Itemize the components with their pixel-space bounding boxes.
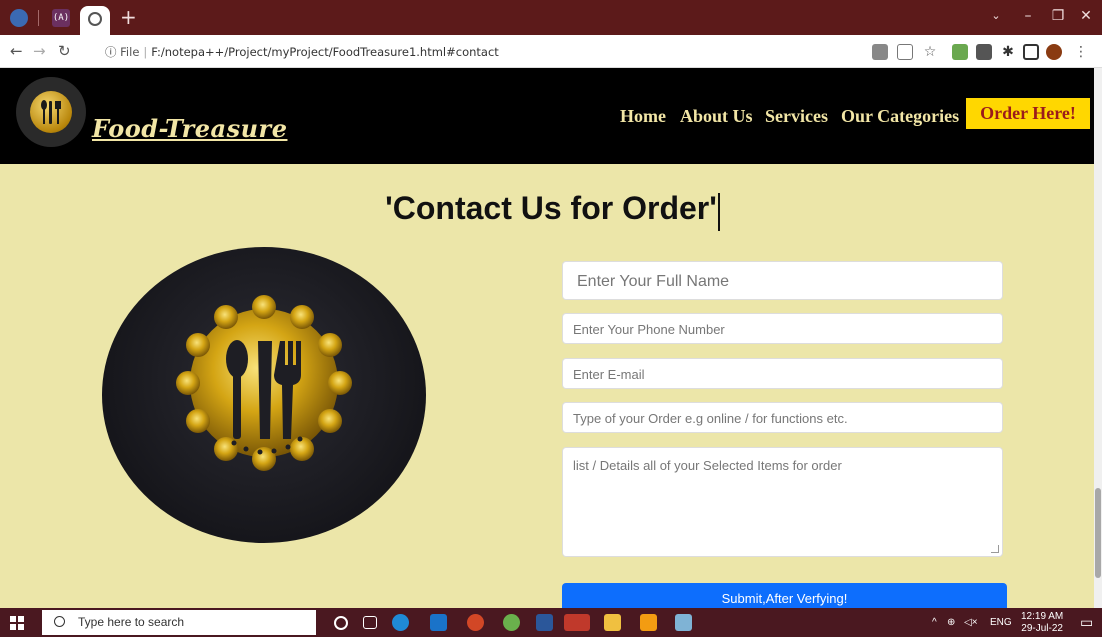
language-indicator[interactable]: ENG [990, 608, 1012, 637]
clock-time: 12:19 AM [1021, 611, 1064, 622]
nav-our-categories[interactable]: Our Categories [841, 106, 959, 127]
address-bar: ← → ↻ ⓘ File | F:/notepa++/Project/myProje… [0, 35, 1102, 68]
more-menu-icon[interactable]: ⋮ [1074, 44, 1090, 60]
translate-icon[interactable] [872, 44, 888, 60]
nav-services[interactable]: Services [765, 106, 828, 127]
back-icon[interactable]: ← [10, 42, 23, 60]
order-details-placeholder: list / Details all of your Selected Item… [573, 458, 842, 473]
word-icon[interactable] [536, 614, 553, 631]
avatar[interactable] [1046, 44, 1062, 60]
full-name-field[interactable]: Enter Your Full Name [562, 261, 1003, 300]
fork-knife-icon [30, 91, 72, 133]
tab-separator [38, 10, 39, 26]
scrollbar-thumb[interactable] [1095, 488, 1101, 578]
page-title: 'Contact Us for Order' [385, 190, 717, 226]
url-field[interactable]: ⓘ File | F:/notepa++/Project/myProject/Foo… [105, 44, 499, 60]
volume-icon[interactable]: ◁× [964, 608, 978, 637]
extension-2-icon[interactable] [976, 44, 992, 60]
url-text: F:/notepa++/Project/myProject/FoodTreasu… [151, 45, 499, 59]
search-icon [54, 616, 65, 627]
task-view-icon[interactable] [363, 616, 377, 629]
side-panel-icon[interactable] [1023, 44, 1039, 60]
taskbar-clock[interactable]: 12:19 AM 29-Jul-22 [1021, 611, 1063, 635]
globe-icon [88, 12, 102, 26]
order-type-field[interactable]: Type of your Order e.g online / for func… [562, 402, 1003, 433]
phone-field[interactable]: Enter Your Phone Number [562, 313, 1003, 344]
clock-date: 29-Jul-22 [1021, 623, 1063, 634]
file-explorer-icon[interactable] [604, 614, 621, 631]
sublime-text-icon[interactable] [640, 614, 657, 631]
url-separator: | [143, 45, 148, 59]
order-here-button[interactable]: Order Here! [966, 98, 1090, 129]
tray-chevron-icon[interactable]: ^ [932, 608, 937, 637]
nav-about-us[interactable]: About Us [680, 106, 753, 127]
page-scrollbar[interactable] [1094, 68, 1102, 608]
new-tab-button[interactable]: + [120, 5, 137, 29]
bookmark-star-icon[interactable]: ☆ [922, 44, 938, 60]
reload-icon[interactable]: ↻ [58, 42, 71, 60]
taskbar: Type here to search ^ ⊕ ◁× ENG 12:19 AM … [0, 608, 1102, 637]
plate-image [102, 247, 426, 543]
minimize-icon[interactable]: – [1018, 6, 1038, 26]
close-icon[interactable]: ✕ [1076, 6, 1096, 26]
url-scheme-label: File [120, 45, 140, 59]
active-tab[interactable] [80, 6, 110, 35]
site-header: Food-Treasure Home About Us Services Our… [0, 68, 1102, 164]
app-icon[interactable] [503, 614, 520, 631]
edge-icon[interactable] [392, 614, 409, 631]
notifications-icon[interactable]: ▭ [1080, 608, 1093, 637]
tab-favicon-icon[interactable]: (A) [52, 9, 70, 27]
brand-name[interactable]: Food-Treasure [92, 114, 287, 143]
order-details-textarea[interactable]: list / Details all of your Selected Item… [562, 447, 1003, 557]
chrome-icon[interactable] [564, 614, 590, 631]
puzzle-icon[interactable]: ✱ [1000, 44, 1016, 60]
text-caret [718, 193, 720, 231]
email-field[interactable]: Enter E-mail [562, 358, 1003, 389]
powerpoint-icon[interactable] [467, 614, 484, 631]
tab-search-icon[interactable]: ⌄ [986, 6, 1006, 26]
network-icon[interactable]: ⊕ [947, 608, 955, 637]
resize-handle-icon[interactable] [991, 545, 999, 553]
browser-tab-bar: (A) + ⌄ – ❐ ✕ [0, 0, 1102, 35]
windows-start-icon[interactable] [0, 608, 34, 637]
cortana-icon[interactable] [334, 616, 348, 630]
taskbar-search-placeholder: Type here to search [78, 615, 185, 629]
taskbar-search-input[interactable]: Type here to search [42, 610, 316, 635]
profile-icon[interactable] [10, 9, 28, 27]
logo[interactable] [16, 77, 86, 147]
mail-icon[interactable] [430, 614, 447, 631]
info-icon: ⓘ [105, 45, 117, 59]
cutlery-emblem-icon [176, 295, 352, 471]
extension-icon[interactable] [952, 44, 968, 60]
share-icon[interactable] [897, 44, 913, 60]
forward-icon[interactable]: → [33, 42, 46, 60]
restore-icon[interactable]: ❐ [1048, 6, 1068, 26]
nav-home[interactable]: Home [620, 106, 666, 127]
notepad-icon[interactable] [675, 614, 692, 631]
